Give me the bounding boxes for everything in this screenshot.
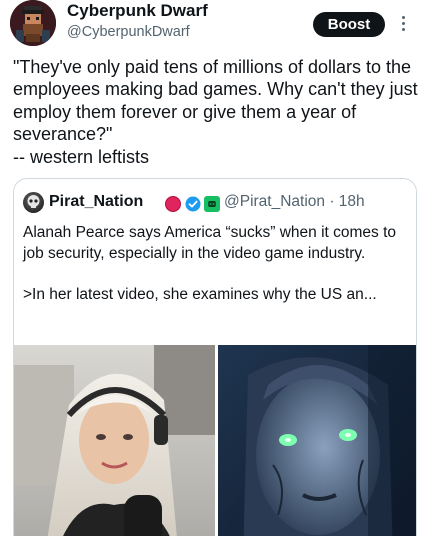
media-image-streamer[interactable] <box>14 345 215 536</box>
post-text: "They've only paid tens of millions of d… <box>13 57 418 167</box>
green-badge-icon <box>204 196 220 212</box>
streamer-photo <box>14 345 215 536</box>
quoted-author-name[interactable]: Pirat_Nation <box>49 193 143 211</box>
quoted-handle-time[interactable]: @Pirat_Nation · 18h <box>224 193 365 211</box>
pixel-dwarf-avatar-icon <box>10 0 56 46</box>
quoted-author-avatar[interactable] <box>23 192 44 213</box>
author-name[interactable]: Cyberpunk Dwarf <box>67 1 208 21</box>
quoted-post-card[interactable]: Pirat_Nation @Pirat_Nation · 18h Alanah … <box>13 178 417 536</box>
boost-button[interactable]: Boost <box>313 12 385 37</box>
author-handle[interactable]: @CyberpunkDwarf <box>67 24 190 40</box>
verified-check-icon <box>185 196 201 212</box>
red-circle-icon <box>165 196 181 212</box>
author-avatar[interactable] <box>10 0 56 46</box>
quoted-post-text: Alanah Pearce says America “sucks” when … <box>23 224 397 304</box>
skull-icon <box>27 195 40 208</box>
more-vertical-icon[interactable] <box>398 14 408 34</box>
post-card: Cyberpunk Dwarf @CyberpunkDwarf Boost "T… <box>0 0 429 536</box>
media-image-android[interactable] <box>218 345 416 536</box>
android-character-render <box>218 345 416 536</box>
